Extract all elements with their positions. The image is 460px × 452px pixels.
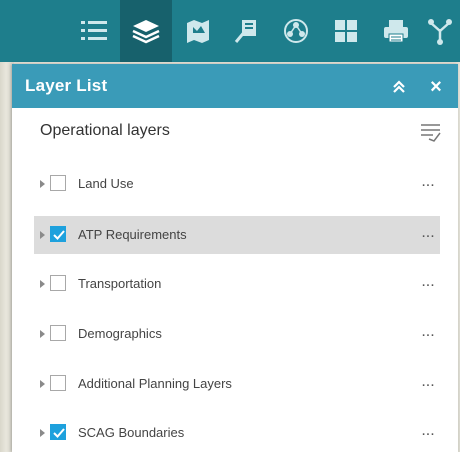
layer-row-transportation[interactable]: Transportation ... xyxy=(34,265,440,303)
close-button[interactable]: × xyxy=(424,75,448,99)
checkmark-icon xyxy=(53,428,65,438)
layer-options-button[interactable] xyxy=(417,120,443,144)
expand-arrow-icon[interactable] xyxy=(40,330,45,338)
more-options-icon[interactable]: ... xyxy=(418,324,438,340)
layer-label: ATP Requirements xyxy=(78,227,187,242)
layer-label: Land Use xyxy=(78,176,134,191)
layer-row-additional-planning-layers[interactable]: Additional Planning Layers ... xyxy=(34,365,440,403)
more-options-icon[interactable]: ... xyxy=(418,274,438,290)
collapse-button[interactable] xyxy=(388,76,410,98)
layer-label: Transportation xyxy=(78,276,162,291)
expand-arrow-icon[interactable] xyxy=(40,380,45,388)
filter-list-icon xyxy=(421,124,441,142)
checkmark-icon xyxy=(53,230,65,240)
layer-row-land-use[interactable]: Land Use ... xyxy=(34,165,440,203)
layer-checkbox[interactable] xyxy=(50,226,66,242)
layer-checkbox[interactable] xyxy=(50,275,66,291)
widget-toolbar xyxy=(0,0,460,62)
basemap-gallery-icon[interactable] xyxy=(320,0,372,62)
layer-checkbox[interactable] xyxy=(50,175,66,191)
more-options-icon[interactable]: ... xyxy=(418,423,438,439)
layer-row-demographics[interactable]: Demographics ... xyxy=(34,315,440,353)
more-options-icon[interactable]: ... xyxy=(418,174,438,190)
layer-checkbox[interactable] xyxy=(50,325,66,341)
panel-header: Layer List × xyxy=(12,64,458,108)
layer-row-scag-boundaries[interactable]: SCAG Boundaries ... xyxy=(34,414,440,452)
more-options-icon[interactable]: ... xyxy=(418,374,438,390)
expand-arrow-icon[interactable] xyxy=(40,180,45,188)
expand-arrow-icon[interactable] xyxy=(40,280,45,288)
layer-label: Demographics xyxy=(78,326,162,341)
draw-icon[interactable] xyxy=(220,0,272,62)
legend-map-icon[interactable] xyxy=(172,0,224,62)
expand-arrow-icon[interactable] xyxy=(40,429,45,437)
layer-row-atp-requirements[interactable]: ATP Requirements ... xyxy=(34,216,440,254)
more-options-icon[interactable]: ... xyxy=(418,225,438,241)
layer-label: SCAG Boundaries xyxy=(78,425,185,440)
panel-title: Layer List xyxy=(25,76,108,95)
close-icon: × xyxy=(430,76,442,98)
layer-checkbox[interactable] xyxy=(50,424,66,440)
expand-arrow-icon[interactable] xyxy=(40,231,45,239)
share-icon[interactable] xyxy=(420,0,460,62)
analysis-icon[interactable] xyxy=(270,0,322,62)
list-icon[interactable] xyxy=(68,0,120,62)
layer-list-panel: Layer List × Operational layers Land Use… xyxy=(12,64,458,452)
layer-checkbox[interactable] xyxy=(50,375,66,391)
print-icon[interactable] xyxy=(370,0,422,62)
layers-icon[interactable] xyxy=(120,0,172,62)
layer-label: Additional Planning Layers xyxy=(78,376,232,391)
operational-layers-heading: Operational layers xyxy=(40,122,170,139)
double-chevron-up-icon xyxy=(393,80,405,93)
